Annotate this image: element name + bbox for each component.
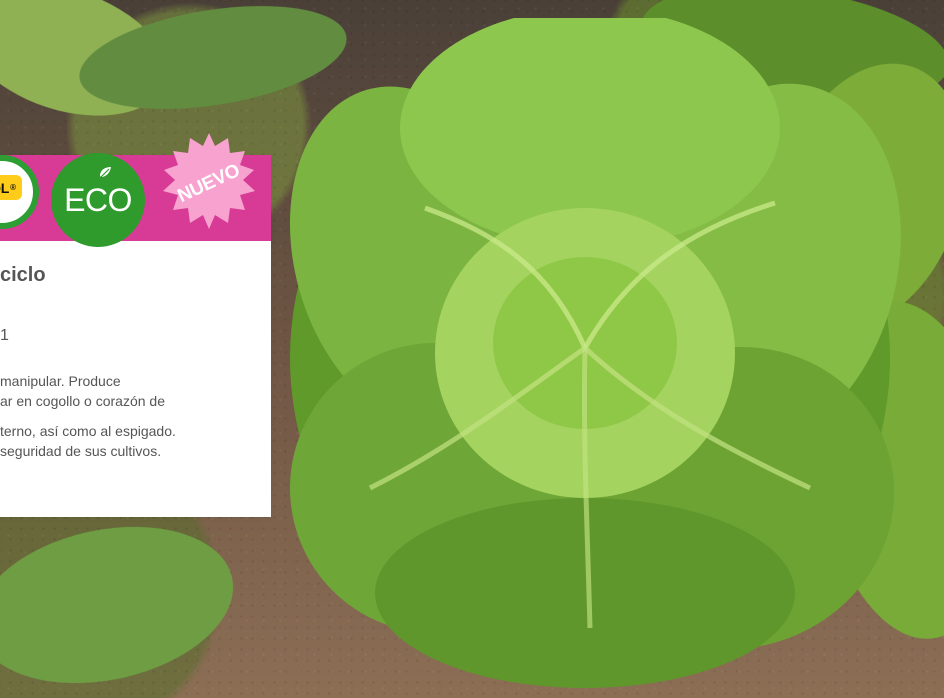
description-line: ar en cogollo o corazón de [0,393,165,409]
lettuce-hero-section: ROL® ECO NUEVO ciclo 1 manipular. Produc… [0,0,944,698]
eco-badge-label: ECO [64,181,132,218]
leaf-icon [100,167,111,178]
control-badge-label: ROL® [0,175,22,200]
variety-description: manipular. Produce ar en cogollo o coraz… [0,371,258,461]
variety-title: ciclo [0,264,46,286]
lettuce-image [289,18,901,688]
variety-info-card: ROL® ECO NUEVO ciclo 1 manipular. Produc… [0,133,271,517]
control-badge-text: ROL [0,179,10,196]
description-line: seguridad de sus cultivos. [0,443,162,459]
registered-mark: ® [10,183,16,192]
description-line: terno, así como al espigado. [0,423,176,439]
eco-badge: ECO [51,153,145,247]
certification-band: ROL® ECO NUEVO [0,133,271,247]
nuevo-badge: NUEVO [156,131,262,237]
control-badge: ROL® [0,155,39,229]
description-line: manipular. Produce [0,373,121,389]
variety-code: 1 [0,327,9,344]
